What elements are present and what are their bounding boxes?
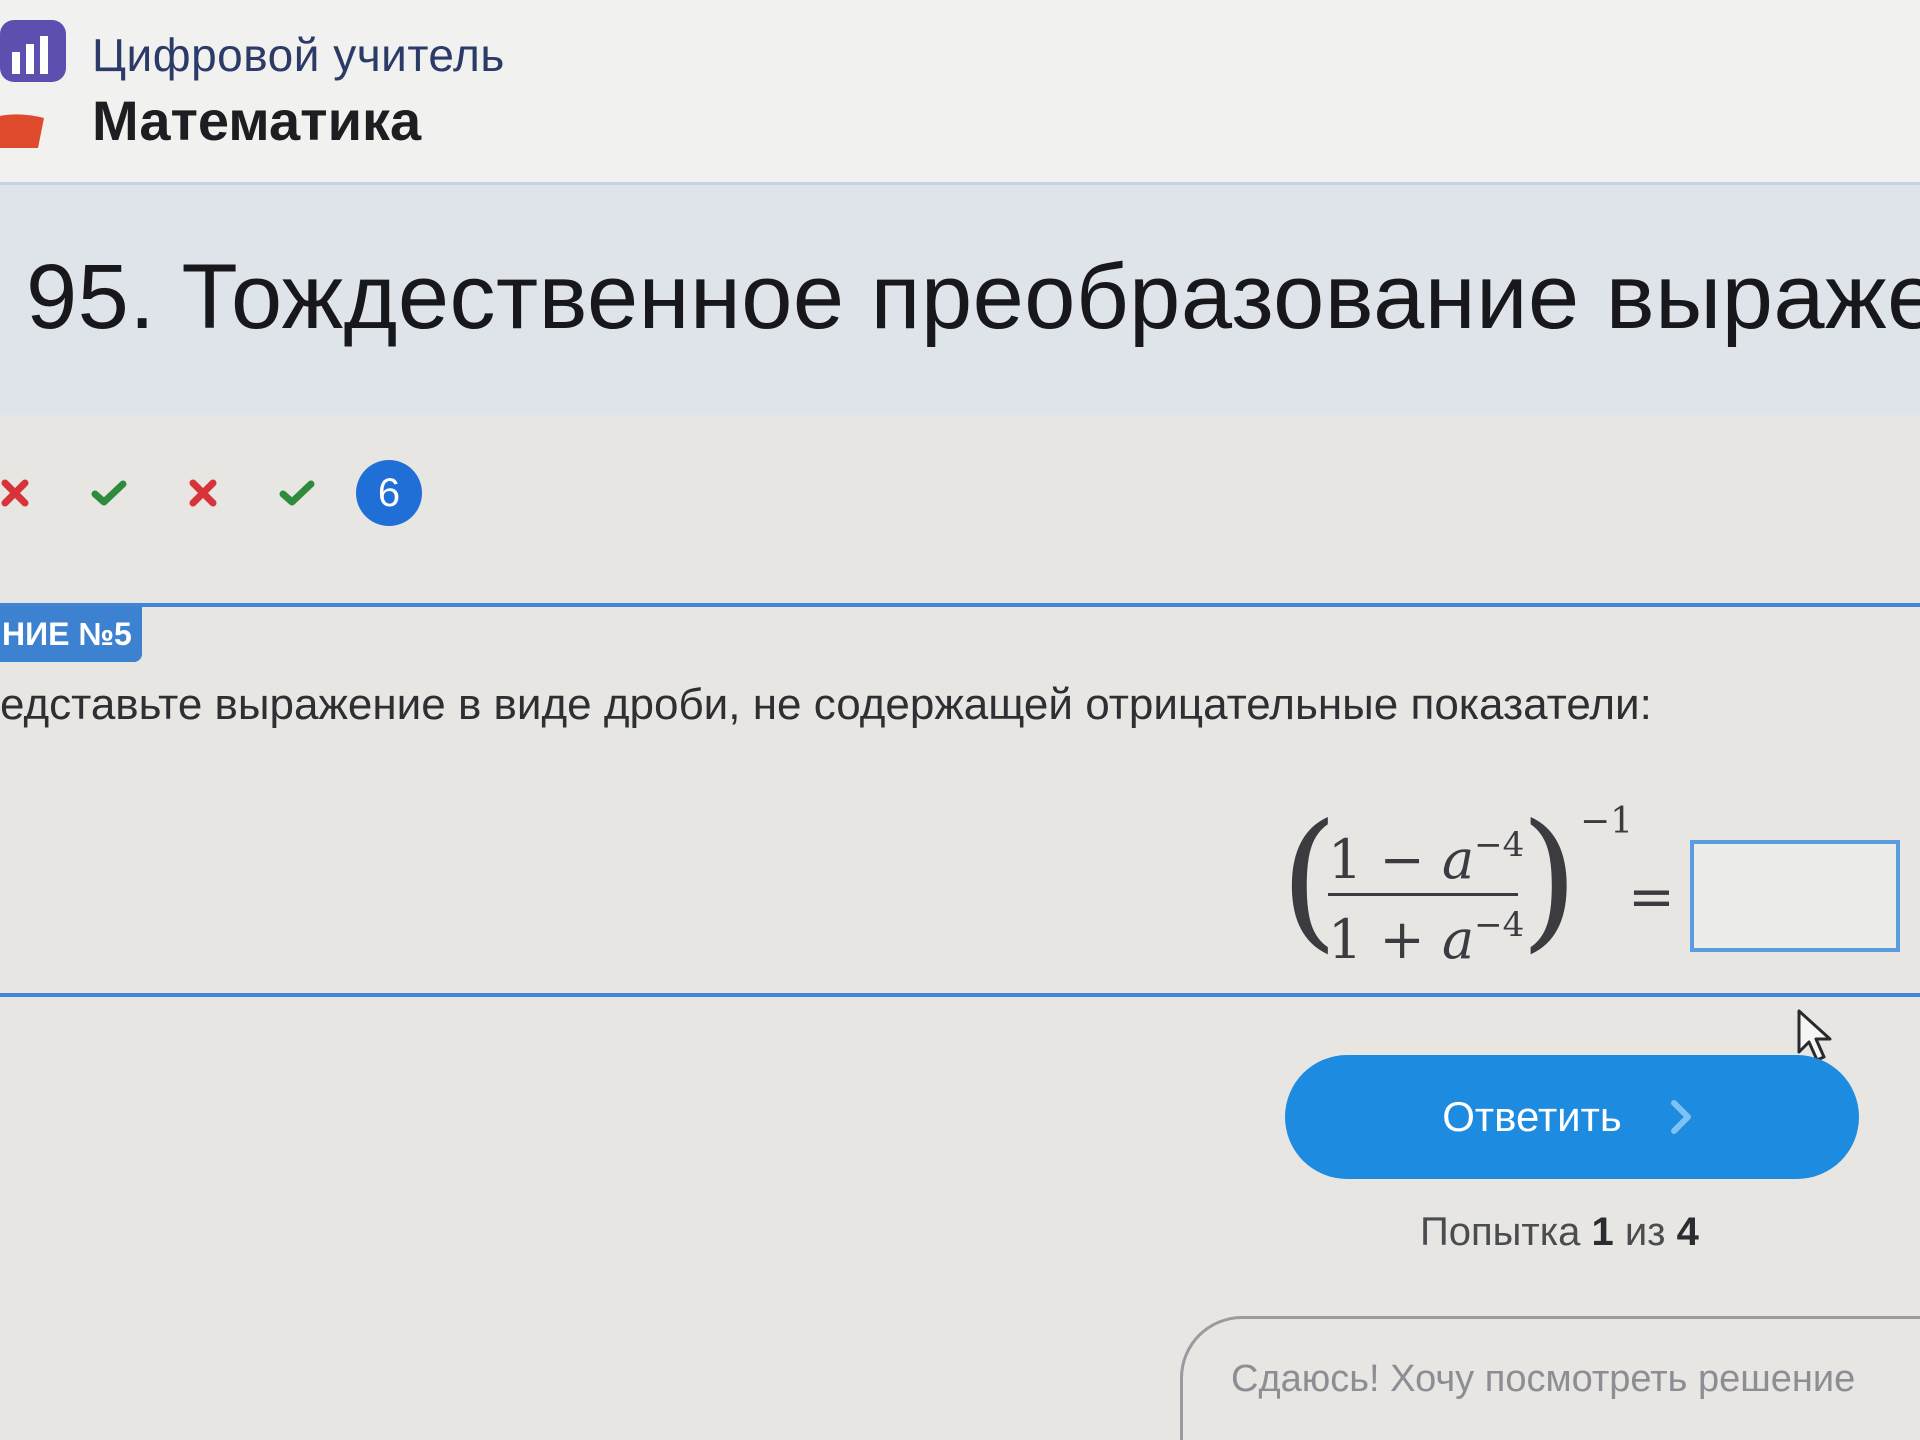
step-1-wrong[interactable]	[0, 458, 50, 528]
step-4-correct[interactable]	[262, 458, 332, 528]
step-current[interactable]: 6	[356, 460, 422, 526]
answer-input[interactable]	[1690, 840, 1900, 952]
task-divider-top	[0, 603, 1920, 607]
right-paren: )	[1520, 793, 1579, 967]
attempt-total: 4	[1676, 1210, 1699, 1254]
attempt-current: 1	[1591, 1210, 1614, 1254]
attempt-counter: Попытка 1 из 4	[1420, 1210, 1699, 1254]
task-progress: 6	[0, 458, 446, 528]
fraction-denominator: 1 + a−4	[1328, 905, 1525, 971]
task-divider-bottom	[0, 993, 1920, 997]
check-icon	[279, 480, 315, 506]
cross-icon	[189, 479, 217, 507]
cross-icon	[1, 479, 29, 507]
task-instruction: едставьте выражение в виде дроби, не сод…	[0, 680, 1652, 729]
give-up-button[interactable]: Сдаюсь! Хочу посмотреть решение	[1180, 1316, 1920, 1440]
answer-button[interactable]: Ответить	[1285, 1055, 1859, 1179]
math-expression: ( 1 − a−4 1 + a−4 ) −1 =	[1280, 793, 1720, 975]
chevron-right-icon	[1670, 1100, 1691, 1134]
fraction-numerator: 1 − a−4	[1328, 825, 1525, 891]
step-2-correct[interactable]	[74, 458, 144, 528]
lesson-title: 95. Тождественное преобразование выражен	[26, 246, 1920, 348]
fraction-bar	[1328, 893, 1518, 896]
digital-teacher-logo-icon	[0, 20, 66, 148]
equals-sign: =	[1628, 865, 1675, 930]
outer-exponent: −1	[1580, 801, 1634, 842]
step-3-wrong[interactable]	[168, 458, 238, 528]
subject-name: Математика	[92, 89, 422, 152]
app-header: Цифровой учитель Математика	[0, 0, 1920, 185]
answer-button-label: Ответить	[1442, 1093, 1622, 1140]
check-icon	[91, 480, 127, 506]
task-number-badge: НИЕ №5	[0, 606, 142, 662]
give-up-label: Сдаюсь! Хочу посмотреть решение	[1231, 1358, 1856, 1400]
brand-name: Цифровой учитель	[92, 29, 505, 81]
